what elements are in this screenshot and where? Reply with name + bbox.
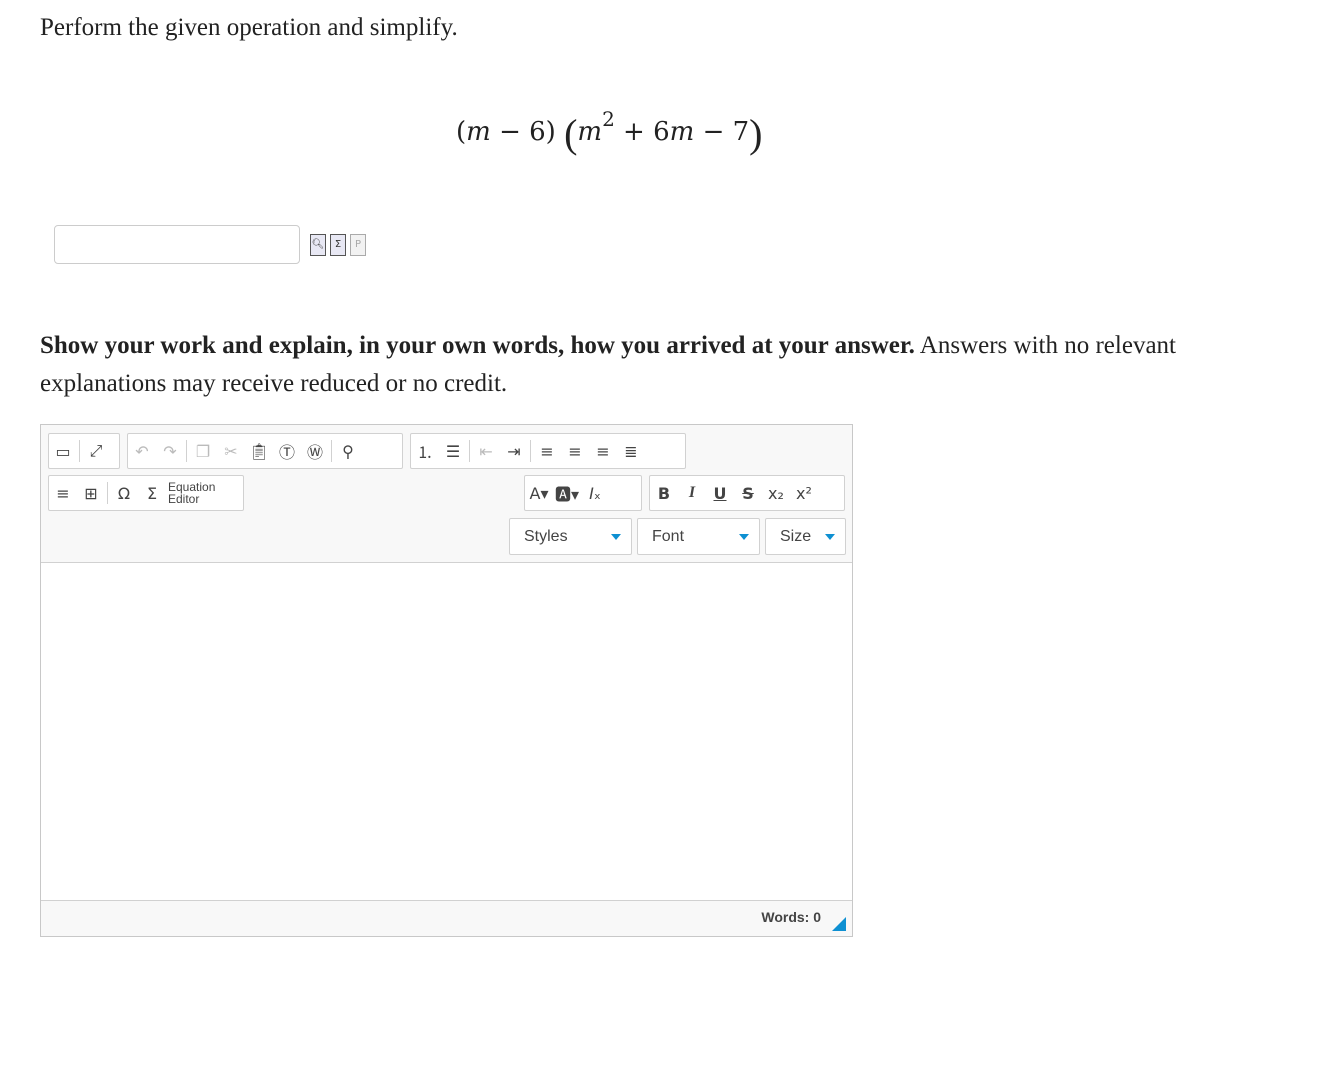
toolbar-group-insert: ≡ ⊞ Ω Σ Equation Editor [48, 475, 244, 511]
strikethrough-icon[interactable]: S [734, 479, 762, 507]
equation-editor-icon[interactable]: Σ [138, 479, 166, 507]
subscript-icon[interactable]: x₂ [762, 479, 790, 507]
align-right-icon[interactable]: ≡ [589, 437, 617, 465]
bold-icon[interactable]: B [650, 479, 678, 507]
cut-icon[interactable]: ✂ [217, 437, 245, 465]
equation-editor-button[interactable]: Equation Editor [168, 481, 215, 505]
background-color-icon[interactable]: 🅰︎▾ [553, 479, 581, 507]
answer-input[interactable] [54, 225, 300, 264]
source-icon[interactable]: ▭ [49, 437, 77, 465]
expr-plus-6: + 6 [614, 117, 670, 147]
instructions: Show your work and explain, in your own … [40, 327, 1200, 403]
styles-dropdown[interactable]: Styles [509, 518, 632, 555]
redo-icon[interactable]: ↷ [156, 437, 184, 465]
expr-var: m [466, 117, 491, 147]
preview-icon[interactable]: 🔍︎ [310, 234, 326, 256]
underline-icon[interactable]: U [706, 479, 734, 507]
numbered-list-icon[interactable]: ⒈ [411, 437, 439, 465]
word-count: Words: 0 [761, 909, 821, 925]
resize-handle-icon[interactable] [832, 917, 846, 931]
find-icon[interactable]: ⚲ [334, 437, 362, 465]
font-dropdown[interactable]: Font [637, 518, 760, 555]
justify-icon[interactable]: ≣ [617, 437, 645, 465]
toolbar-group-colors: A▾ 🅰︎▾ Iₓ [524, 475, 642, 511]
horizontal-rule-icon[interactable]: ≡ [49, 479, 77, 507]
editor-toolbar: ▭ ⤢ ↶ ↷ ❐ ✂ 📋︎ Ⓣ Ⓦ ⚲ ⒈ ☰ ⇤ ⇥ ≡ ≡ ≡ ≣ ≡ ⊞… [41, 425, 852, 563]
align-center-icon[interactable]: ≡ [561, 437, 589, 465]
instructions-bold: Show your work and explain, in your own … [40, 332, 915, 359]
chevron-down-icon [739, 534, 749, 540]
clear-icon[interactable]: P [350, 234, 366, 256]
math-expression: (m − 6) (m2 + 6m − 7) [456, 107, 763, 157]
toolbar-group-basic-styles: B I U S x₂ x² [649, 475, 845, 511]
copy-icon[interactable]: ❐ [189, 437, 217, 465]
toolbar-group-paragraph: ⒈ ☰ ⇤ ⇥ ≡ ≡ ≡ ≣ [410, 433, 686, 469]
bulleted-list-icon[interactable]: ☰ [439, 437, 467, 465]
chevron-down-icon [825, 534, 835, 540]
question-prompt: Perform the given operation and simplify… [40, 14, 458, 41]
size-dropdown[interactable]: Size [765, 518, 846, 555]
toolbar-group-view: ▭ ⤢ [48, 433, 120, 469]
expr-minus-6: − 6) [490, 117, 556, 147]
expr-var: m [577, 117, 603, 147]
maximize-icon[interactable]: ⤢ [82, 437, 110, 465]
align-left-icon[interactable]: ≡ [533, 437, 561, 465]
paste-word-icon[interactable]: Ⓦ [301, 437, 329, 465]
outdent-icon[interactable]: ⇤ [472, 437, 500, 465]
paste-text-icon[interactable]: Ⓣ [273, 437, 301, 465]
italic-icon[interactable]: I [678, 479, 706, 507]
chevron-down-icon [611, 534, 621, 540]
rich-text-editor: ▭ ⤢ ↶ ↷ ❐ ✂ 📋︎ Ⓣ Ⓦ ⚲ ⒈ ☰ ⇤ ⇥ ≡ ≡ ≡ ≣ ≡ ⊞… [40, 424, 853, 937]
answer-tools: 🔍︎ Σ P [310, 234, 366, 256]
editor-content-area[interactable] [41, 563, 852, 901]
superscript-icon[interactable]: x² [790, 479, 818, 507]
special-char-icon[interactable]: Ω [110, 479, 138, 507]
expr-open-paren: ( [456, 117, 467, 147]
text-color-icon[interactable]: A▾ [525, 479, 553, 507]
expr-var: m [669, 117, 695, 147]
expr-big-close-paren: ) [749, 111, 763, 156]
expr-big-open-paren: ( [564, 111, 578, 156]
editor-statusbar: Words: 0 [41, 900, 852, 936]
expr-minus-7: − 7 [694, 117, 750, 147]
remove-format-icon[interactable]: Iₓ [581, 479, 609, 507]
undo-icon[interactable]: ↶ [128, 437, 156, 465]
paste-icon[interactable]: 📋︎ [245, 437, 273, 465]
expr-exponent: 2 [602, 107, 615, 132]
indent-icon[interactable]: ⇥ [500, 437, 528, 465]
equation-icon[interactable]: Σ [330, 234, 346, 256]
toolbar-group-clipboard: ↶ ↷ ❐ ✂ 📋︎ Ⓣ Ⓦ ⚲ [127, 433, 403, 469]
table-icon[interactable]: ⊞ [77, 479, 105, 507]
